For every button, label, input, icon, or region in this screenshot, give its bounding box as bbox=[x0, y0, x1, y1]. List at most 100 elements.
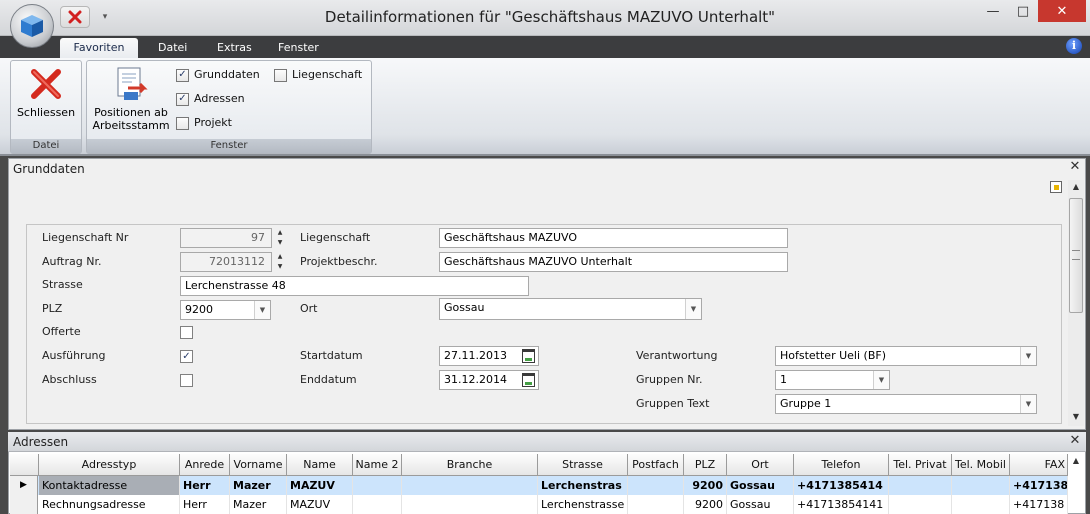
checkbox-adressen-box[interactable]: ✓ bbox=[176, 92, 189, 106]
column-header-tel-privat[interactable]: Tel. Privat bbox=[889, 454, 952, 476]
cell-anrede[interactable]: Herr bbox=[180, 495, 230, 514]
cell-telefon[interactable]: +41713854141 bbox=[794, 495, 889, 514]
liegenschaft-nr-spinner-icon[interactable]: ▲ ▼ bbox=[275, 228, 285, 248]
adressen-close-icon[interactable]: ✕ bbox=[1068, 434, 1082, 448]
cell-vorname[interactable]: Mazer bbox=[230, 495, 287, 514]
abschluss-checkbox[interactable] bbox=[180, 374, 193, 387]
startdatum-input[interactable]: 27.11.2013 bbox=[439, 346, 539, 366]
column-header-fax[interactable]: FAX bbox=[1010, 454, 1068, 476]
verantwortung-select[interactable]: Hofstetter Ueli (BF) ▼ bbox=[775, 346, 1037, 366]
quick-access-menu-icon[interactable]: ▾ bbox=[98, 10, 112, 24]
gruppen-nr-select[interactable]: 1 ▼ bbox=[775, 370, 890, 390]
column-header-anrede[interactable]: Anrede bbox=[180, 454, 230, 476]
calendar-icon[interactable] bbox=[522, 349, 535, 363]
cell-branche[interactable] bbox=[402, 495, 538, 514]
checkbox-liegenschaft[interactable]: Liegenschaft bbox=[274, 67, 362, 83]
projektbeschr-input[interactable]: Geschäftshaus MAZUVO Unterhalt bbox=[439, 252, 788, 272]
cell-anrede[interactable]: Herr bbox=[180, 476, 230, 495]
positionen-ab-arbeitsstamm-button[interactable]: Positionen ab Arbeitsstamm bbox=[90, 62, 172, 136]
window-close-button[interactable]: ✕ bbox=[1038, 0, 1086, 22]
cell-name[interactable]: MAZUV bbox=[287, 476, 353, 495]
offerte-checkbox[interactable] bbox=[180, 326, 193, 339]
chevron-down-icon[interactable]: ▼ bbox=[873, 371, 889, 389]
column-header-telefon[interactable]: Telefon bbox=[794, 454, 889, 476]
cell-tel-mobil[interactable] bbox=[952, 476, 1010, 495]
cell-tel-privat[interactable] bbox=[889, 495, 952, 514]
checkbox-projekt-box[interactable] bbox=[176, 116, 189, 130]
label-liegenschaft: Liegenschaft bbox=[300, 231, 371, 244]
column-header-vorname[interactable]: Vorname bbox=[230, 454, 287, 476]
auftrag-nr-spinner-icon[interactable]: ▲ ▼ bbox=[275, 252, 285, 272]
schliessen-button[interactable]: Schliessen bbox=[14, 62, 78, 124]
cell-strasse[interactable]: Lerchenstrasse bbox=[538, 495, 628, 514]
maximize-button[interactable]: □ bbox=[1008, 0, 1038, 22]
adressen-header-bar bbox=[8, 432, 1086, 452]
cell-postfach[interactable] bbox=[628, 476, 684, 495]
enddatum-input[interactable]: 31.12.2014 bbox=[439, 370, 539, 390]
checkbox-projekt[interactable]: Projekt bbox=[176, 115, 232, 131]
chevron-down-icon[interactable]: ▼ bbox=[254, 301, 270, 319]
grunddaten-close-icon[interactable]: ✕ bbox=[1068, 160, 1082, 174]
gruppen-text-select[interactable]: Gruppe 1 ▼ bbox=[775, 394, 1037, 414]
window-title: Detailinformationen für "Geschäftshaus M… bbox=[324, 8, 776, 26]
table-row[interactable]: ▶ Kontaktadresse Herr Mazer MAZUV Lerche… bbox=[10, 476, 1068, 495]
tab-fenster[interactable]: Fenster bbox=[266, 38, 331, 58]
chevron-down-icon[interactable]: ▼ bbox=[1020, 347, 1036, 365]
tab-favoriten[interactable]: Favoriten bbox=[60, 38, 138, 58]
cell-tel-mobil[interactable] bbox=[952, 495, 1010, 514]
column-header-name2[interactable]: Name 2 bbox=[353, 454, 402, 476]
cell-fax[interactable]: +417138 bbox=[1010, 476, 1068, 495]
column-header-postfach[interactable]: Postfach bbox=[628, 454, 684, 476]
tab-datei[interactable]: Datei bbox=[146, 38, 199, 58]
column-header-strasse[interactable]: Strasse bbox=[538, 454, 628, 476]
scroll-up-arrow-icon[interactable]: ▲ bbox=[1068, 456, 1084, 468]
table-row[interactable]: Rechnungsadresse Herr Mazer MAZUV Lerche… bbox=[10, 495, 1068, 514]
cell-name2[interactable] bbox=[353, 476, 402, 495]
plz-select[interactable]: 9200 ▼ bbox=[180, 300, 271, 320]
cell-adresstyp[interactable]: Kontaktadresse bbox=[39, 476, 180, 495]
column-header-branche[interactable]: Branche bbox=[402, 454, 538, 476]
checkbox-grunddaten-box[interactable]: ✓ bbox=[176, 68, 189, 82]
checkbox-liegenschaft-box[interactable] bbox=[274, 68, 287, 82]
help-info-icon[interactable]: i bbox=[1066, 38, 1082, 54]
ort-select[interactable]: Gossau ▼ bbox=[439, 298, 702, 320]
chevron-down-icon[interactable]: ▼ bbox=[685, 299, 701, 319]
cell-name2[interactable] bbox=[353, 495, 402, 514]
cell-name[interactable]: MAZUV bbox=[287, 495, 353, 514]
cell-plz[interactable]: 9200 bbox=[684, 476, 727, 495]
cell-branche[interactable] bbox=[402, 476, 538, 495]
checkbox-grunddaten[interactable]: ✓ Grunddaten bbox=[176, 67, 260, 83]
column-header-name[interactable]: Name bbox=[287, 454, 353, 476]
quick-access-close-button[interactable] bbox=[60, 6, 90, 28]
calendar-icon[interactable] bbox=[522, 373, 535, 387]
grid-row-header-corner bbox=[10, 454, 39, 476]
chevron-down-icon[interactable]: ▼ bbox=[1020, 395, 1036, 413]
column-header-adresstyp[interactable]: Adresstyp bbox=[39, 454, 180, 476]
pin-icon[interactable] bbox=[1050, 181, 1062, 193]
cell-tel-privat[interactable] bbox=[889, 476, 952, 495]
cell-fax[interactable]: +417138 bbox=[1010, 495, 1068, 514]
cell-strasse[interactable]: Lerchenstras bbox=[538, 476, 628, 495]
cell-telefon[interactable]: +4171385414 bbox=[794, 476, 889, 495]
auftrag-nr-field[interactable]: 72013112 bbox=[180, 252, 272, 272]
checkbox-adressen[interactable]: ✓ Adressen bbox=[176, 91, 245, 107]
scroll-up-arrow-icon[interactable]: ▲ bbox=[1068, 182, 1084, 194]
liegenschaft-nr-field[interactable]: 97 bbox=[180, 228, 272, 248]
minimize-button[interactable]: — bbox=[978, 0, 1008, 22]
app-menu-orb[interactable] bbox=[10, 4, 54, 48]
cell-ort[interactable]: Gossau bbox=[727, 495, 794, 514]
strasse-input[interactable]: Lerchenstrasse 48 bbox=[180, 276, 529, 296]
document-transfer-icon bbox=[117, 67, 148, 100]
scroll-down-arrow-icon[interactable]: ▼ bbox=[1068, 412, 1084, 424]
column-header-tel-mobil[interactable]: Tel. Mobil bbox=[952, 454, 1010, 476]
tab-extras[interactable]: Extras bbox=[205, 38, 264, 58]
cell-vorname[interactable]: Mazer bbox=[230, 476, 287, 495]
cell-postfach[interactable] bbox=[628, 495, 684, 514]
column-header-plz[interactable]: PLZ bbox=[684, 454, 727, 476]
liegenschaft-input[interactable]: Geschäftshaus MAZUVO bbox=[439, 228, 788, 248]
cell-ort[interactable]: Gossau bbox=[727, 476, 794, 495]
column-header-ort[interactable]: Ort bbox=[727, 454, 794, 476]
cell-plz[interactable]: 9200 bbox=[684, 495, 727, 514]
ausfuehrung-checkbox[interactable]: ✓ bbox=[180, 350, 193, 363]
cell-adresstyp[interactable]: Rechnungsadresse bbox=[39, 495, 180, 514]
